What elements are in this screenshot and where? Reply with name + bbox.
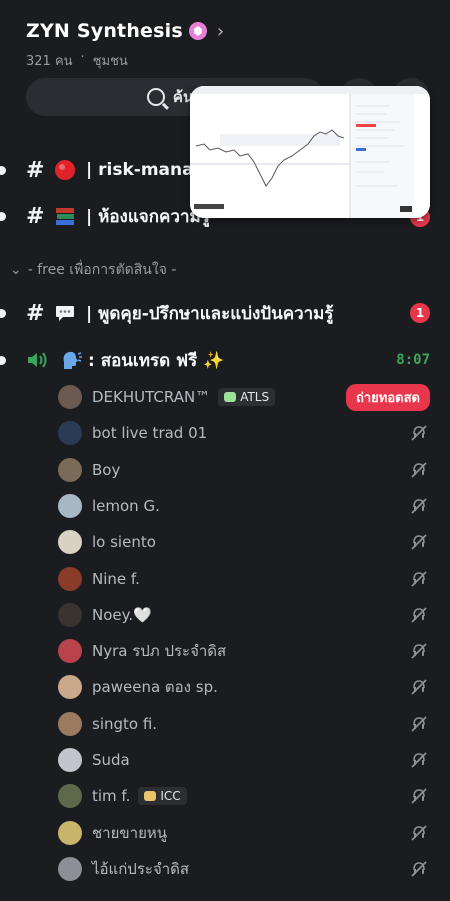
avatar: [58, 493, 82, 518]
voice-member[interactable]: Boy: [58, 455, 438, 485]
hash-icon: #: [26, 157, 45, 183]
boost-icon: [188, 22, 207, 40]
member-name: Suda: [92, 751, 130, 769]
avatar: [58, 784, 82, 809]
voice-member[interactable]: ชายขายหนู: [58, 818, 438, 848]
red-circle-icon: [55, 160, 75, 180]
unread-indicator: [0, 166, 6, 175]
deafened-icon: [411, 643, 427, 659]
speaking-head-icon: [63, 351, 82, 369]
voice-member[interactable]: lo siento: [58, 527, 438, 557]
live-badge: ถ่ายทอดสด: [346, 383, 430, 411]
member-name: Boy: [92, 460, 121, 479]
voice-member[interactable]: Nine f.: [58, 564, 438, 594]
voice-member[interactable]: ไอ้แก่ประจำดิส: [58, 854, 438, 884]
server-title[interactable]: ZYN Synthesis ›: [26, 20, 224, 42]
speech-balloon-icon: [56, 306, 74, 321]
chevron-down-icon: ⌄: [10, 262, 22, 278]
deafened-icon: [411, 570, 427, 587]
speaker-icon: [28, 352, 47, 368]
category-free[interactable]: ⌄ - free เพื่อการตัดสินใจ -: [10, 259, 176, 281]
voice-member[interactable]: Nyra รปภ ประจำดิส: [58, 636, 438, 666]
avatar: [58, 385, 82, 409]
deafened-icon: [411, 716, 427, 732]
member-name: Nyra รปภ ประจำดิส: [92, 642, 227, 661]
member-name: singto fi.: [92, 714, 158, 733]
voice-member[interactable]: bot live trad 01: [58, 418, 438, 448]
meta-separator: ·: [80, 50, 85, 65]
hash-icon: #: [26, 300, 45, 326]
hash-icon: #: [26, 203, 45, 229]
member-name: DEKHUTCRAN™: [92, 388, 211, 406]
category-label: - free เพื่อการตัดสินใจ -: [27, 262, 177, 278]
avatar: [58, 820, 82, 845]
member-name: bot live trad 01: [92, 424, 208, 443]
voice-member[interactable]: lemon G.: [58, 491, 438, 521]
channel-name: | risk-mana: [86, 160, 194, 180]
member-name: ไอ้แก่ประจำดิส: [92, 859, 190, 878]
deafened-icon: [411, 752, 427, 768]
guild-tag: ICC: [138, 787, 187, 806]
member-name: lo siento: [92, 533, 156, 552]
unread-badge: 1: [410, 303, 430, 323]
member-name: Nine f.: [92, 569, 140, 588]
books-icon: [56, 208, 74, 225]
avatar: [58, 602, 82, 627]
deafened-icon: [411, 534, 427, 550]
voice-channel[interactable]: : สอนเทรด ฟรี ✨ 8:07: [0, 346, 450, 374]
avatar: [58, 639, 82, 664]
avatar: [58, 675, 82, 700]
voice-channel-name: : สอนเทรด ฟรี ✨: [88, 350, 225, 371]
voice-member[interactable]: DEKHUTCRAN™ ATLS ถ่ายทอดสด: [58, 382, 438, 412]
server-meta: 321 คน · ชุมชน: [26, 50, 128, 71]
deafened-icon: [411, 461, 427, 478]
avatar: [58, 711, 82, 736]
member-count: 321 คน: [26, 54, 73, 69]
deafened-icon: [411, 607, 427, 623]
member-name: tim f.: [92, 787, 131, 806]
deafened-icon: [411, 425, 427, 441]
avatar: [58, 856, 82, 881]
avatar: [58, 457, 82, 482]
channel-discussion[interactable]: # | พูดคุย-ปรึกษาและแบ่งปันความรู้ 1: [0, 298, 450, 328]
unread-indicator: [0, 212, 6, 221]
voice-member[interactable]: tim f. ICC: [58, 781, 438, 811]
deafened-icon: [411, 861, 427, 877]
voice-member[interactable]: Noey.🤍: [58, 600, 438, 630]
tag-label: ICC: [160, 789, 181, 804]
voice-member[interactable]: singto fi.: [58, 709, 438, 739]
channel-name: | พูดคุย-ปรึกษาและแบ่งปันความรู้: [86, 303, 334, 324]
avatar: [58, 530, 82, 555]
avatar: [58, 748, 82, 772]
member-name: Noey.🤍: [92, 605, 152, 624]
search-icon: [146, 88, 165, 106]
avatar: [58, 566, 82, 591]
voice-time: 8:07: [396, 352, 430, 368]
member-name: ชายขายหนู: [92, 823, 167, 842]
member-name: paweena ตอง sp.: [92, 678, 218, 697]
voice-member[interactable]: Suda: [58, 745, 438, 775]
tag-icon: [144, 791, 157, 802]
deafened-icon: [411, 788, 427, 804]
deafened-icon: [411, 498, 427, 514]
avatar: [58, 421, 82, 446]
voice-member[interactable]: paweena ตอง sp.: [58, 672, 438, 702]
chevron-right-icon: ›: [216, 20, 225, 42]
unread-indicator: [0, 309, 6, 318]
server-name: ZYN Synthesis: [26, 20, 183, 42]
unread-indicator: [0, 356, 6, 365]
server-type: ชุมชน: [92, 54, 128, 69]
deafened-icon: [411, 824, 427, 841]
guild-tag: ATLS: [218, 388, 276, 406]
stream-preview[interactable]: [190, 86, 430, 218]
deafened-icon: [411, 679, 427, 696]
tag-label: ATLS: [240, 390, 270, 404]
member-name: lemon G.: [92, 496, 160, 515]
tag-icon: [224, 392, 237, 402]
chart-screenshot: [190, 86, 430, 218]
